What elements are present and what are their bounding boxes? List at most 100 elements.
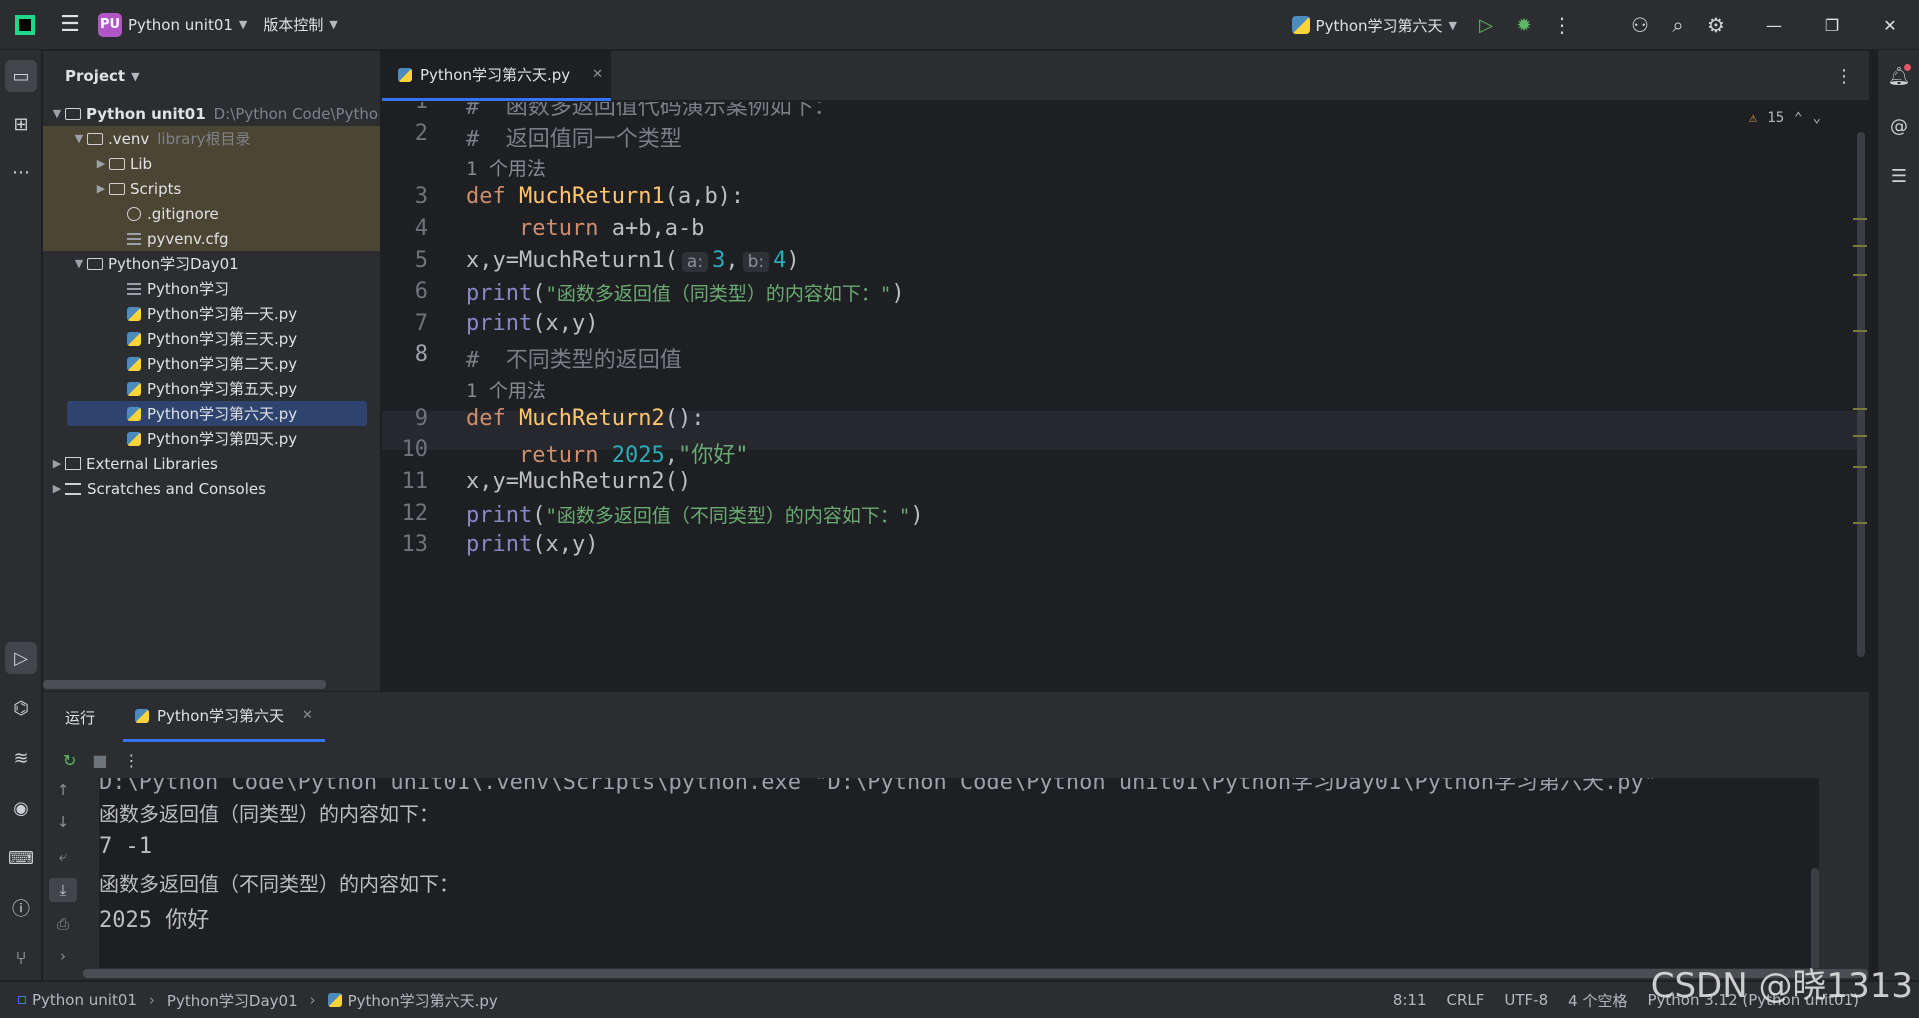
console-vertical-scrollbar[interactable] — [1811, 868, 1819, 968]
debug-button[interactable]: ✹ — [1505, 0, 1543, 50]
expand-arrow-icon[interactable]: ▼ — [71, 257, 87, 270]
breadcrumb-project[interactable]: Python unit01 — [32, 991, 137, 1009]
inspection-widget[interactable]: ⚠ 15 ⌃ ⌄ — [1749, 110, 1821, 126]
project-panel-header[interactable]: Project ▼ — [43, 51, 380, 101]
close-button[interactable]: ✕ — [1861, 0, 1919, 50]
usage-hint-link[interactable]: 1 个用法 — [466, 376, 546, 403]
warning-marker[interactable] — [1853, 245, 1867, 247]
run-button[interactable]: ▷ — [1467, 0, 1505, 50]
project-horizontal-scrollbar[interactable] — [43, 680, 326, 689]
chevron-up-icon[interactable]: ⌃ — [1794, 110, 1802, 126]
search-icon[interactable]: ⌕ — [1659, 0, 1697, 50]
usage-hint-link[interactable]: 1 个用法 — [466, 154, 546, 181]
tree-item-python-file-selected[interactable]: Python学习第六天.py — [67, 401, 367, 426]
soft-wrap-icon[interactable]: ⤶ — [49, 844, 77, 868]
project-tool-icon[interactable]: ▭ — [5, 60, 37, 92]
console-horizontal-scrollbar[interactable] — [83, 969, 1868, 978]
tree-item-scratches[interactable]: ▶ Scratches and Consoles — [43, 476, 380, 501]
stop-icon[interactable]: ■ — [92, 751, 107, 770]
problems-icon[interactable]: ⓘ — [5, 892, 37, 924]
tree-item-project-root[interactable]: ▼ Python unit01 D:\Python Code\Pytho — [43, 101, 380, 126]
notifications-bell-icon[interactable]: 🔔︎ — [1883, 60, 1915, 92]
scroll-down-icon[interactable]: ↓ — [49, 810, 77, 834]
layers-icon[interactable]: ≋ — [5, 742, 37, 774]
editor-vertical-scrollbar[interactable] — [1857, 132, 1865, 657]
services-icon[interactable]: ◉ — [5, 792, 37, 824]
warning-marker[interactable] — [1853, 522, 1867, 524]
chevron-down-icon[interactable]: ⌄ — [1813, 110, 1821, 126]
folder-icon — [109, 157, 125, 170]
code-line-2: # 返回值同一个类型 — [466, 127, 682, 152]
console-line: 2025 你好 — [99, 908, 210, 933]
warning-marker[interactable] — [1853, 408, 1867, 410]
tree-item-pyvenv-cfg[interactable]: pyvenv.cfg — [43, 226, 380, 251]
caret-position[interactable]: 8:11 — [1393, 991, 1427, 1009]
python-console-icon[interactable]: ⌬ — [5, 692, 37, 724]
more-actions-icon[interactable]: ⋮ — [124, 751, 140, 770]
tree-item-gitignore[interactable]: .gitignore — [43, 201, 380, 226]
restore-button[interactable]: ❐ — [1803, 0, 1861, 50]
print-icon[interactable]: ⎙ — [49, 912, 77, 936]
expand-arrow-icon[interactable]: ▶ — [49, 457, 65, 470]
tree-item-python-text[interactable]: Python学习 — [43, 276, 380, 301]
tree-item-external-libraries[interactable]: ▶ External Libraries — [43, 451, 380, 476]
database-icon[interactable]: ☰ — [1883, 160, 1915, 192]
editor-tab-active[interactable]: Python学习第六天.py ✕ — [382, 51, 611, 101]
tree-item-venv[interactable]: ▼ .venv library根目录 — [43, 126, 380, 151]
run-configuration-selector[interactable]: Python学习第六天 ▼ — [1282, 15, 1467, 36]
expand-arrow-icon[interactable]: ▼ — [49, 107, 65, 120]
main-menu-button[interactable]: ☰ — [50, 9, 90, 41]
tree-item-python-file[interactable]: Python学习第三天.py — [43, 326, 380, 351]
encoding-widget[interactable]: UTF-8 — [1504, 991, 1548, 1009]
breadcrumb-folder[interactable]: Python学习Day01 — [167, 990, 298, 1011]
tab-options-icon[interactable]: ⋮ — [1835, 66, 1853, 87]
scroll-up-icon[interactable]: ↑ — [49, 778, 77, 802]
add-user-icon[interactable]: ⚇ — [1621, 0, 1659, 50]
console-output[interactable]: D:\Python Code\Python unit01\.venv\Scrip… — [99, 778, 1819, 968]
tree-item-python-file[interactable]: Python学习第四天.py — [43, 426, 380, 451]
warning-marker[interactable] — [1853, 274, 1867, 276]
tree-item-lib[interactable]: ▶ Lib — [43, 151, 380, 176]
run-tool-icon[interactable]: ▷ — [5, 642, 37, 674]
more-tools-icon[interactable]: ⋯ — [5, 156, 37, 188]
ai-assistant-icon[interactable]: @ — [1883, 110, 1915, 142]
vcs-menu[interactable]: 版本控制 ▼ — [255, 9, 345, 41]
indent-widget[interactable]: 4 个空格 — [1568, 990, 1627, 1011]
run-toolbar: ↻ ■ ⋮ — [43, 742, 1869, 778]
tree-item-python-file[interactable]: Python学习第二天.py — [43, 351, 380, 376]
expand-arrow-icon[interactable]: ▼ — [71, 132, 87, 145]
module-icon — [18, 996, 26, 1004]
close-tab-icon[interactable]: ✕ — [302, 708, 313, 723]
structure-tool-icon[interactable]: ⊞ — [5, 108, 37, 140]
warning-marker[interactable] — [1853, 435, 1867, 437]
scratches-icon — [65, 482, 81, 495]
tree-item-day01-folder[interactable]: ▼ Python学习Day01 — [43, 251, 380, 276]
terminal-icon[interactable]: ⌨ — [5, 842, 37, 874]
tree-item-python-file[interactable]: Python学习第一天.py — [43, 301, 380, 326]
expand-arrow-icon[interactable]: ▶ — [93, 182, 109, 195]
settings-gear-icon[interactable]: ⚙ — [1697, 0, 1735, 50]
line-number: 9 — [414, 406, 428, 431]
tree-item-scripts[interactable]: ▶ Scripts — [43, 176, 380, 201]
minimize-button[interactable]: — — [1745, 0, 1803, 50]
rerun-icon[interactable]: ↻ — [63, 751, 76, 770]
more-actions-icon[interactable]: ⋮ — [1543, 0, 1581, 50]
code-editor[interactable]: 1 2 3 4 5 6 7 8 9 10 11 12 13 # 函数多返回值代码… — [382, 102, 1869, 690]
expand-arrow-icon[interactable]: ▶ — [93, 157, 109, 170]
project-switcher[interactable]: PU Python unit01 ▼ — [90, 9, 255, 41]
close-tab-icon[interactable]: ✕ — [592, 67, 603, 82]
expand-more-icon[interactable]: › — [49, 944, 77, 968]
warning-marker[interactable] — [1853, 218, 1867, 220]
line-separator-widget[interactable]: CRLF — [1447, 991, 1485, 1009]
git-icon[interactable]: ⑂ — [5, 942, 37, 974]
breadcrumb-file[interactable]: Python学习第六天.py — [348, 990, 498, 1011]
code-line-10: return 2025,"你好" — [518, 443, 749, 468]
warning-marker[interactable] — [1853, 466, 1867, 468]
tree-item-python-file[interactable]: Python学习第五天.py — [43, 376, 380, 401]
run-tab[interactable]: Python学习第六天 ✕ — [123, 692, 325, 742]
scroll-to-end-icon[interactable]: ⤓ — [49, 878, 77, 902]
pycharm-logo-icon[interactable] — [0, 0, 50, 50]
expand-arrow-icon[interactable]: ▶ — [49, 482, 65, 495]
warning-marker[interactable] — [1853, 330, 1867, 332]
line-number-current: 8 — [414, 342, 428, 367]
